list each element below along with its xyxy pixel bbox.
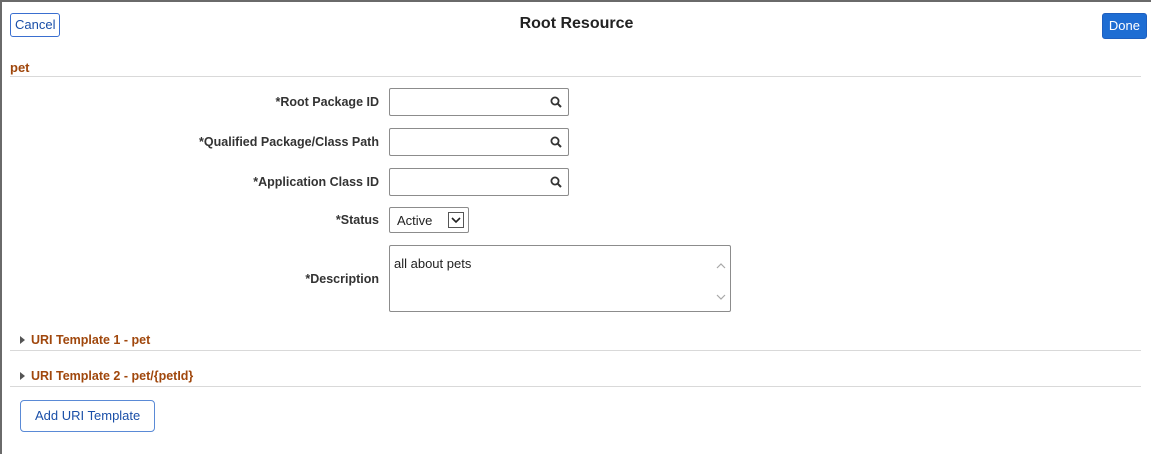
search-icon[interactable] (550, 96, 562, 108)
uri-template-2-divider (10, 386, 1141, 387)
page-header: Cancel Root Resource Done (2, 2, 1151, 46)
qualified-path-input[interactable] (394, 132, 534, 152)
uri-template-2-header[interactable]: URI Template 2 - pet/{petId} (20, 369, 193, 383)
description-label: *Description (305, 272, 379, 286)
qualified-path-label: *Qualified Package/Class Path (199, 135, 379, 149)
description-textarea[interactable]: all about pets (389, 245, 731, 312)
triangle-right-icon (20, 335, 25, 344)
search-icon[interactable] (550, 136, 562, 148)
status-value: Active (397, 213, 433, 228)
uri-template-1-header[interactable]: URI Template 1 - pet (20, 333, 150, 347)
app-class-id-input[interactable] (394, 172, 534, 192)
add-uri-template-button[interactable]: Add URI Template (20, 400, 156, 432)
qualified-path-field[interactable] (389, 128, 569, 156)
scroll-up-icon[interactable] (716, 261, 726, 271)
uri-template-1-divider (10, 350, 1141, 351)
root-package-id-input[interactable] (394, 92, 534, 112)
triangle-right-icon (20, 371, 25, 380)
status-select[interactable]: Active (389, 207, 469, 233)
scroll-down-icon[interactable] (716, 292, 726, 302)
uri-template-2-label: URI Template 2 - pet/{petId} (31, 369, 194, 383)
section-title: pet (10, 60, 30, 75)
status-label: *Status (335, 213, 379, 227)
page-title: Root Resource (519, 15, 634, 32)
app-class-id-label: *Application Class ID (253, 175, 379, 189)
root-package-id-label: *Root Package ID (275, 95, 379, 109)
root-package-id-field[interactable] (389, 88, 569, 116)
description-text: all about pets (394, 256, 472, 271)
done-button[interactable]: Done (1101, 13, 1147, 39)
search-icon[interactable] (550, 176, 562, 188)
chevron-down-icon[interactable] (448, 212, 464, 228)
app-class-id-field[interactable] (389, 168, 569, 196)
section-divider (10, 76, 1141, 77)
uri-template-1-label: URI Template 1 - pet (31, 333, 151, 347)
